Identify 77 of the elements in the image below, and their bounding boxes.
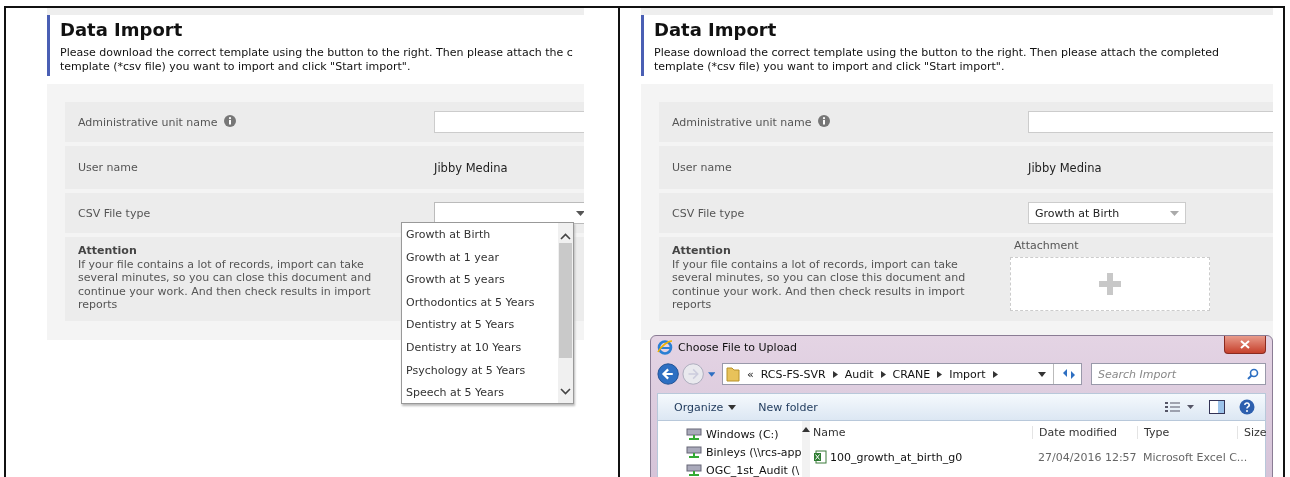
file-name[interactable]: 100_growth_at_birth_g0 [807, 450, 1032, 464]
field-label: Administrative unit name [672, 115, 812, 129]
preview-pane-icon[interactable] [1209, 400, 1225, 414]
help-icon[interactable] [1239, 399, 1255, 415]
back-icon[interactable] [657, 362, 680, 386]
address-bar[interactable]: « RCS-FS-SVR Audit CRANE Import [722, 363, 1082, 385]
dropdown-option[interactable]: Psychology at 5 Years [402, 360, 558, 384]
text-field[interactable] [1028, 111, 1273, 133]
search-icon [1247, 368, 1259, 380]
caret-icon [576, 210, 584, 216]
field-label: CSV File type [672, 206, 745, 220]
spreadsheet-icon [813, 450, 827, 464]
breadcrumb[interactable]: CRANE [892, 367, 931, 381]
breadcrumb[interactable]: RCS-FS-SVR [760, 367, 826, 381]
attention-text: If your file contains a lot of records, import can take several minutes, so you can close this document and continue your work. And then check results in import reports [672, 257, 967, 312]
drive-icon [686, 427, 702, 441]
breadcrumb[interactable]: Audit [844, 367, 874, 381]
scrollbar[interactable] [558, 223, 573, 403]
plus-icon [1099, 273, 1121, 295]
instructions-text: Please download the correct template using the button to the right. Then please attach the completed template (*csv file) you want to import and click "Start import". [654, 46, 1221, 74]
field-label: User name [672, 161, 732, 174]
folder-icon [726, 366, 740, 382]
user-name-value: Jibby Medina [434, 160, 508, 175]
user-name-value: Jibby Medina [1028, 160, 1102, 175]
dropdown-option[interactable]: Dentistry at 5 Years [402, 315, 558, 338]
field-label: CSV File type [78, 206, 151, 220]
chevron-icon[interactable] [937, 370, 943, 378]
organize-button[interactable]: Organize [670, 398, 741, 416]
caret-icon[interactable] [1038, 371, 1046, 377]
column-header[interactable]: Date modified [1032, 425, 1137, 439]
dropdown-option[interactable]: Orthodontics at 5 Years [402, 292, 558, 316]
dialog-title: Choose File to Upload [678, 340, 798, 354]
browser-icon [657, 339, 673, 355]
drive-icon [686, 445, 702, 459]
scroll-up-icon[interactable] [801, 427, 810, 432]
refresh-icon[interactable] [1061, 368, 1077, 380]
page-title: Data Import [60, 19, 184, 40]
dropdown-option[interactable]: Growth at 5 years [402, 270, 558, 293]
caret-icon [1170, 210, 1179, 216]
breadcrumb[interactable]: Import [949, 367, 986, 381]
field-label: Administrative unit name [78, 115, 218, 129]
dropdown-option[interactable]: Growth at 1 year [402, 247, 558, 271]
new-folder-button[interactable]: New folder [754, 398, 822, 416]
view-options-icon[interactable] [1165, 401, 1195, 413]
drive-item[interactable]: Windows (C:) [686, 425, 802, 443]
file-type-select[interactable]: Growth at Birth [1028, 202, 1186, 224]
search-field[interactable]: Search Import [1091, 363, 1266, 385]
page-title: Data Import [654, 19, 778, 40]
attention-heading: Attention [78, 244, 138, 258]
info-icon[interactable] [817, 115, 830, 127]
chevron-icon[interactable] [992, 370, 998, 378]
column-header[interactable]: Size [1237, 425, 1267, 439]
caret-icon [728, 404, 737, 410]
scroll-up-icon[interactable] [560, 233, 571, 240]
close-button[interactable] [1224, 336, 1266, 354]
chevron-icon[interactable] [880, 370, 886, 378]
attention-text: If your file contains a lot of records, import can take several minutes, so you can close this document and continue your work. And then check results in import reports [78, 257, 373, 312]
field-label: User name [78, 161, 138, 174]
dropdown-option[interactable]: Growth at Birth [402, 225, 558, 248]
dropdown-option[interactable]: Dentistry at 10 Years [402, 337, 558, 361]
drive-item[interactable]: Binleys (\\rcs-app [686, 443, 802, 461]
drive-icon [686, 463, 702, 477]
close-icon [1240, 340, 1250, 349]
chevron-icon[interactable] [832, 370, 838, 378]
file-type-select[interactable] [434, 202, 584, 224]
drive-item[interactable]: OGC_1st_Audit (\ [686, 461, 802, 477]
scroll-down-icon[interactable] [560, 388, 571, 395]
overflow-mark[interactable]: « [747, 367, 754, 381]
attachment-label: Attachment [1013, 239, 1080, 252]
info-icon[interactable] [223, 115, 236, 127]
attention-heading: Attention [672, 244, 732, 258]
dropdown-option[interactable]: Speech at 5 Years [402, 383, 558, 406]
column-header[interactable]: Type [1137, 425, 1237, 439]
file-date: 27/04/2016 12:57 [1037, 450, 1137, 464]
column-header[interactable]: Name [807, 425, 1032, 439]
instructions-text: Please download the correct template using the button to the right. Then please attach the c template (*csv file) you want to import and click "Start import". [60, 46, 574, 74]
file-type: Microsoft Excel C... [1142, 450, 1248, 464]
